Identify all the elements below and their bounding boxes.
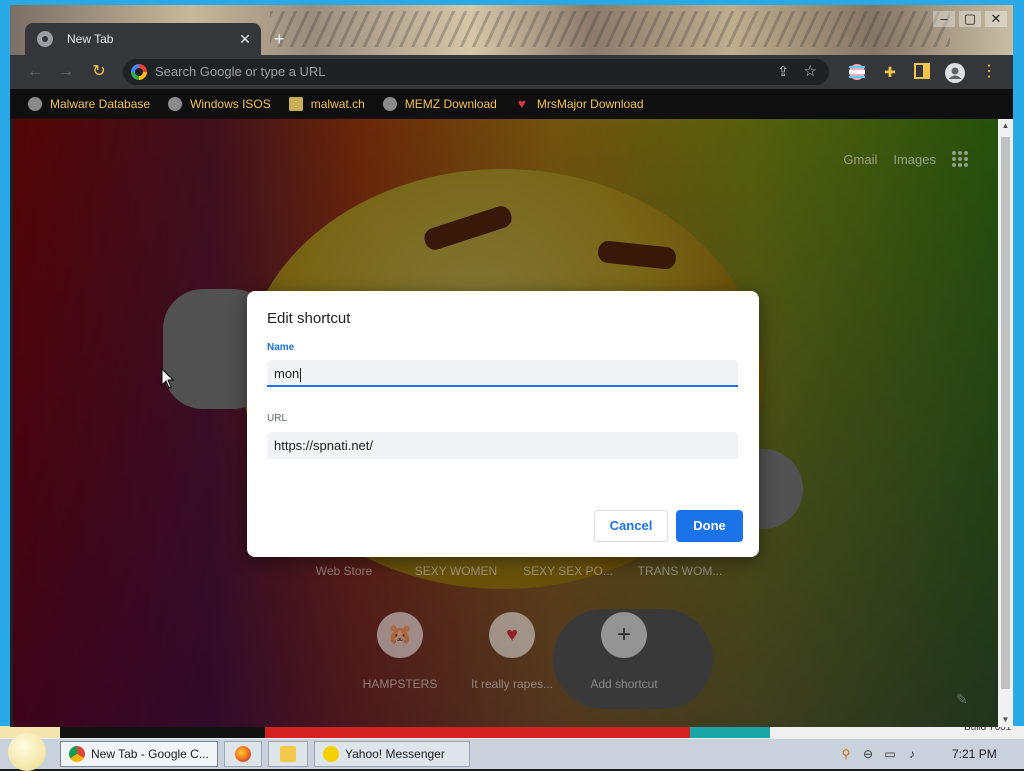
page-scrollbar[interactable]: ▲ ▼ <box>998 119 1013 727</box>
bookmark-malware-database[interactable]: Malware Database <box>28 97 150 111</box>
name-input[interactable]: mon <box>267 360 738 387</box>
shortcut-tile-label[interactable]: It really rapes... <box>462 677 562 691</box>
gmail-link[interactable]: Gmail <box>843 152 877 167</box>
theme-artwork <box>270 11 950 47</box>
volume-icon[interactable]: ♪ <box>904 746 920 762</box>
bookmark-label: Malware Database <box>50 97 151 111</box>
close-window-button[interactable]: ✕ <box>985 11 1007 27</box>
shortcut-tile-label[interactable]: TRANS WOM... <box>630 564 730 578</box>
scrollbar-thumb[interactable] <box>1001 137 1010 689</box>
google-g-icon <box>131 64 147 80</box>
shortcut-tile-label[interactable]: SEXY SEX PO... <box>518 564 618 578</box>
bookmark-label: MrsMajor Download <box>536 97 644 111</box>
customize-pencil-icon[interactable]: ✎ <box>956 691 968 708</box>
forward-arrow-icon[interactable]: → <box>57 63 75 81</box>
start-button[interactable] <box>8 733 46 771</box>
chrome-tab-icon <box>37 31 53 47</box>
back-arrow-icon[interactable]: ← <box>26 63 44 81</box>
system-tray: ⚲ ⊖ ▭ ♪ <box>838 739 920 769</box>
tab-close-icon[interactable]: ✕ <box>237 31 253 48</box>
profile-icon[interactable] <box>945 63 965 83</box>
shortcut-tile-label[interactable]: SEXY WOMEN <box>406 564 506 578</box>
tab-title: New Tab <box>67 32 114 46</box>
done-button[interactable]: Done <box>676 510 743 542</box>
bookmark-malwatch[interactable]: malwat.ch <box>288 97 365 111</box>
minimize-button[interactable]: – <box>933 11 955 27</box>
dialog-title: Edit shortcut <box>267 310 351 327</box>
chrome-icon <box>69 746 85 762</box>
taskbar-item-explorer[interactable] <box>268 741 308 767</box>
yahoo-smiley-icon <box>323 746 339 762</box>
url-field-label: URL <box>267 413 288 424</box>
taskbar-item-label: New Tab - Google C... <box>91 747 209 761</box>
reload-icon[interactable]: ↻ <box>90 63 108 81</box>
puzzle-icon[interactable]: ✚ <box>881 63 899 81</box>
scroll-down-arrow-icon[interactable]: ▼ <box>998 713 1013 727</box>
desktop-wallpaper-art <box>0 726 1024 738</box>
star-icon[interactable]: ☆ <box>804 62 817 80</box>
search-icon[interactable]: ⚲ <box>838 746 854 762</box>
apps-grid-icon[interactable] <box>952 151 968 167</box>
network-icon[interactable]: ⊖ <box>860 746 876 762</box>
menu-icon[interactable]: ⋮ <box>980 63 998 81</box>
edit-shortcut-dialog: Edit shortcut Name mon URL https://spnat… <box>247 291 759 557</box>
url-input[interactable]: https://spnati.net/ <box>267 432 738 459</box>
browser-toolbar: ← → ↻ Search Google or type a URL ⇪ ☆ ✚ … <box>10 55 1013 89</box>
folder-icon <box>280 746 296 762</box>
hamster-icon[interactable]: 🐹 <box>377 612 423 658</box>
add-shortcut-label[interactable]: Add shortcut <box>574 677 674 691</box>
globe-icon <box>382 97 397 111</box>
cancel-button[interactable]: Cancel <box>594 510 668 542</box>
maximize-button[interactable]: ▢ <box>959 11 981 27</box>
text-caret <box>300 367 302 382</box>
taskbar-item-label: Yahoo! Messenger <box>345 747 445 761</box>
images-link[interactable]: Images <box>893 152 936 167</box>
heart-icon[interactable]: ♥ <box>489 612 535 658</box>
taskbar-clock[interactable]: 7:21 PM <box>952 747 997 761</box>
google-bar: Gmail Images <box>843 151 968 167</box>
tab-new-tab[interactable]: New Tab ✕ <box>25 23 261 55</box>
bookmark-memz-download[interactable]: MEMZ Download <box>382 97 497 111</box>
trophy-icon <box>288 97 303 111</box>
bookmark-label: MEMZ Download <box>404 97 497 111</box>
taskbar-item-chrome[interactable]: New Tab - Google C... <box>60 741 218 767</box>
window-controls: – ▢ ✕ <box>933 11 1007 27</box>
globe-icon <box>28 97 42 111</box>
globe-icon <box>168 97 183 111</box>
bookmark-label: malwat.ch <box>310 97 365 111</box>
address-bar[interactable]: Search Google or type a URL ⇪ ☆ <box>123 59 829 85</box>
bookmarks-bar: Malware Database Windows ISOS malwat.ch … <box>10 89 1013 119</box>
bookmark-label: Windows ISOS <box>190 97 271 111</box>
monitor-icon[interactable]: ▭ <box>882 746 898 762</box>
name-field-label: Name <box>267 342 295 353</box>
side-panel-icon[interactable] <box>913 63 931 81</box>
flag-extension-icon[interactable] <box>848 63 866 81</box>
name-input-value: mon <box>274 366 300 381</box>
heart-icon: ♥ <box>517 96 526 111</box>
new-tab-button[interactable]: + <box>274 29 285 50</box>
add-shortcut-icon[interactable]: + <box>601 612 647 658</box>
address-placeholder: Search Google or type a URL <box>155 64 326 79</box>
bookmark-windows-isos[interactable]: Windows ISOS <box>168 97 271 111</box>
shortcut-tile-label[interactable]: HAMPSTERS <box>350 677 450 691</box>
firefox-icon <box>235 746 251 762</box>
taskbar: New Tab - Google C... Yahoo! Messenger ⚲… <box>0 733 1024 771</box>
bookmark-mrsmajor-download[interactable]: ♥ MrsMajor Download <box>515 96 644 112</box>
share-icon[interactable]: ⇪ <box>777 63 789 80</box>
url-input-value: https://spnati.net/ <box>274 438 374 453</box>
scroll-up-arrow-icon[interactable]: ▲ <box>998 119 1013 133</box>
taskbar-item-yahoo-messenger[interactable]: Yahoo! Messenger <box>314 741 470 767</box>
taskbar-item-firefox[interactable] <box>224 741 262 767</box>
shortcut-tile-label[interactable]: Web Store <box>294 564 394 578</box>
